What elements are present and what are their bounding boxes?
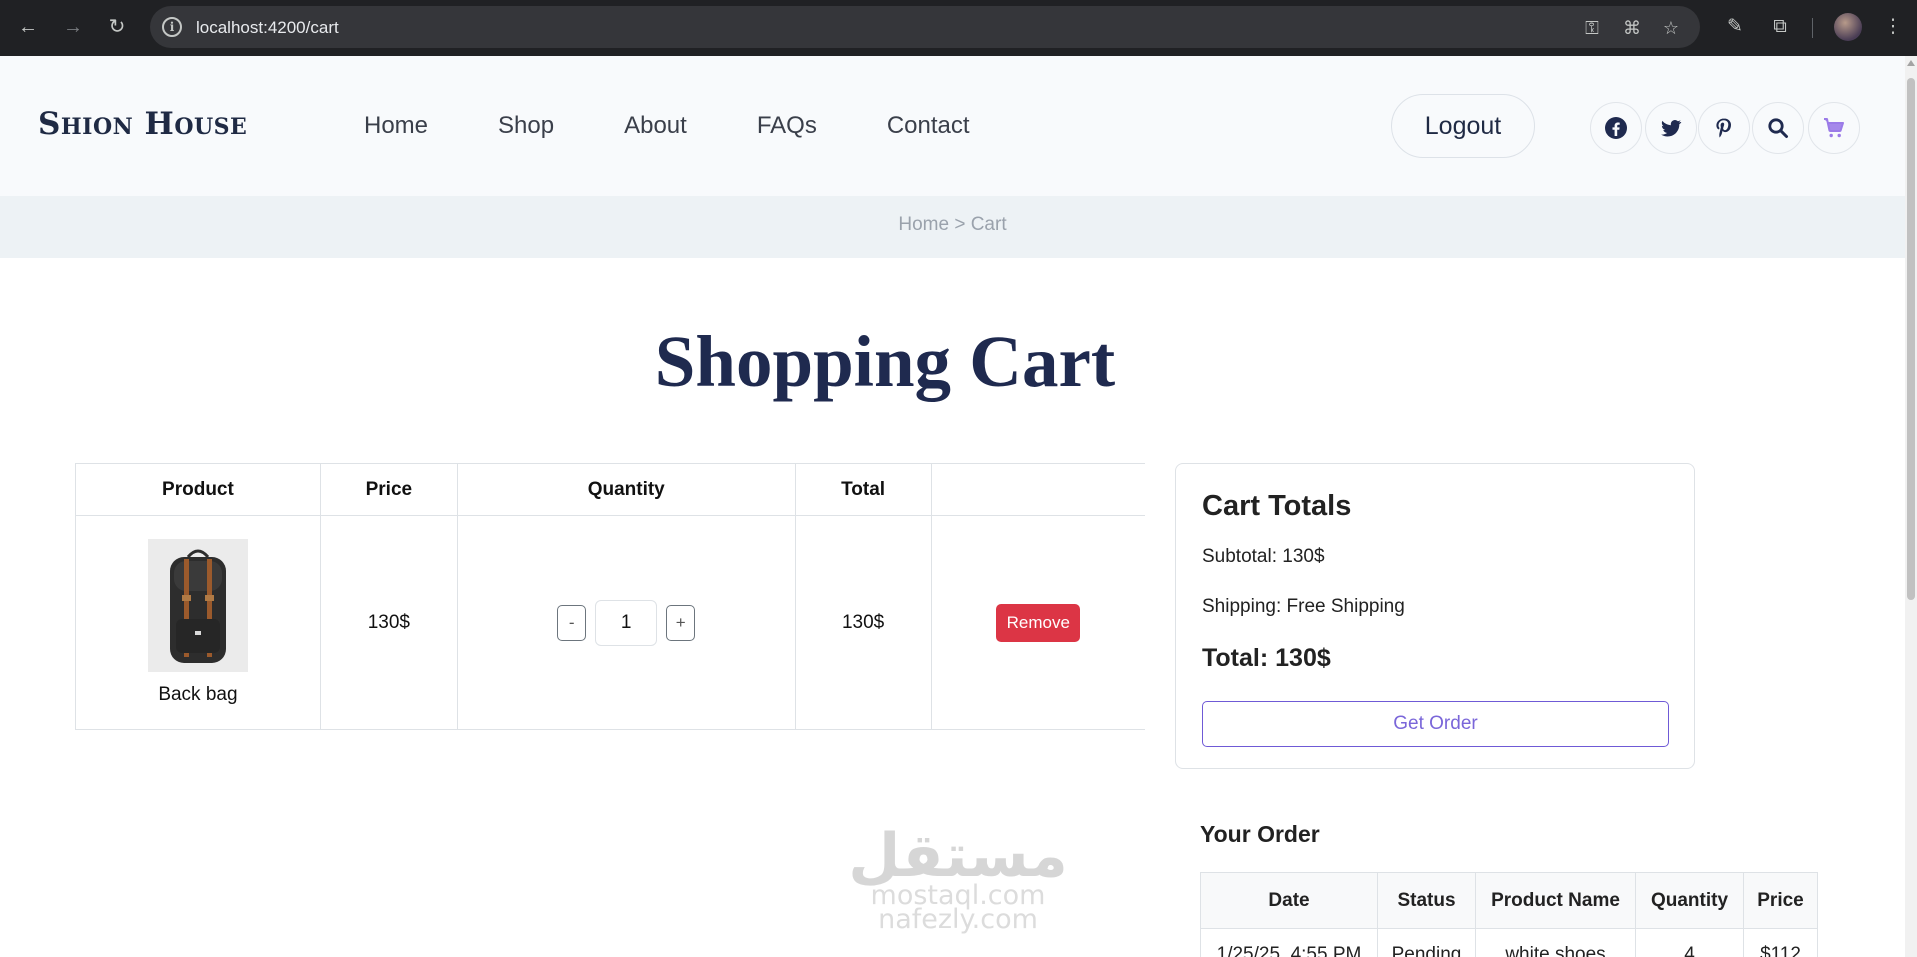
column-header-action: [930, 463, 1145, 516]
cart-table-header: Product Price Quantity Total: [75, 463, 1145, 516]
order-column-price: Price: [1743, 872, 1818, 929]
price-cell: 130$: [319, 515, 458, 730]
scrollbar-thumb[interactable]: [1907, 78, 1915, 600]
shipping-text: Shipping: Free Shipping: [1202, 596, 1405, 617]
order-status: Pending: [1377, 928, 1476, 957]
total-cell: 130$: [794, 515, 932, 730]
cart-icon[interactable]: [1808, 102, 1860, 154]
order-column-quantity: Quantity: [1635, 872, 1744, 929]
order-product-name: white shoes: [1475, 928, 1636, 957]
reload-icon[interactable]: ↻: [103, 13, 131, 41]
increase-quantity-button[interactable]: +: [666, 604, 696, 641]
breadcrumb-bar: Home > Cart: [0, 196, 1905, 258]
watermark-line-2: nafezly.com: [878, 904, 1038, 935]
translate-icon[interactable]: ⌘: [1620, 16, 1644, 40]
quantity-stepper: - 1 +: [557, 599, 696, 646]
url-text: localhost:4200/cart: [196, 18, 339, 37]
remove-button[interactable]: Remove: [996, 603, 1081, 642]
page-viewport: Shion House Home Shop About FAQs Contact…: [0, 56, 1905, 957]
forward-arrow-icon[interactable]: →: [59, 13, 87, 41]
search-icon[interactable]: [1752, 102, 1804, 154]
nav-faqs[interactable]: FAQs: [757, 112, 817, 140]
main-nav: Home Shop About FAQs Contact: [364, 112, 1040, 140]
cart-totals-card: Cart Totals Subtotal: 130$ Shipping: Fre…: [1175, 463, 1695, 769]
subtotal-text: Subtotal: 130$: [1202, 546, 1325, 567]
order-quantity: 4: [1635, 928, 1744, 957]
product-image-backpack[interactable]: [147, 539, 248, 672]
cart-row: Back bag 130$ - 1 + 130$ Remove: [75, 515, 1145, 730]
pinterest-icon[interactable]: [1698, 102, 1750, 154]
action-cell: Remove: [930, 515, 1145, 730]
eyedropper-icon[interactable]: ✎: [1722, 14, 1748, 40]
column-header-product: Product: [75, 463, 321, 516]
column-header-total: Total: [794, 463, 932, 516]
watermark: مستقل mostaql.com nafezly.com: [838, 821, 1078, 933]
order-column-status: Status: [1377, 872, 1476, 929]
toolbar-divider: [1812, 18, 1813, 38]
decrease-quantity-button[interactable]: -: [557, 604, 587, 641]
column-header-price: Price: [319, 463, 458, 516]
vertical-scrollbar[interactable]: [1905, 56, 1917, 957]
site-header: Shion House Home Shop About FAQs Contact…: [0, 56, 1905, 196]
nav-contact[interactable]: Contact: [887, 112, 970, 140]
key-icon[interactable]: ⚿: [1580, 16, 1604, 40]
order-row: 1/25/25, 4:55 PM Pending white shoes 4 $…: [1200, 928, 1818, 957]
twitter-icon[interactable]: [1645, 102, 1697, 154]
nav-shop[interactable]: Shop: [498, 112, 554, 140]
facebook-icon[interactable]: [1590, 102, 1642, 154]
column-header-quantity: Quantity: [456, 463, 796, 516]
site-info-icon[interactable]: i: [162, 17, 182, 37]
breadcrumb: Home > Cart: [898, 214, 1007, 235]
watermark-logo: مستقل: [848, 821, 1068, 891]
cart-totals-title: Cart Totals: [1202, 490, 1352, 522]
quantity-input[interactable]: 1: [595, 599, 658, 646]
order-price: $112: [1743, 928, 1818, 957]
order-column-date: Date: [1200, 872, 1378, 929]
nav-home[interactable]: Home: [364, 112, 428, 140]
page-title: Shopping Cart: [654, 321, 1116, 402]
extensions-icon[interactable]: ⧉: [1767, 14, 1793, 40]
nav-about[interactable]: About: [624, 112, 687, 140]
profile-avatar[interactable]: [1834, 13, 1862, 41]
quantity-cell: - 1 +: [456, 515, 796, 730]
cart-table: Product Price Quantity Total Back bag 13…: [75, 463, 1145, 730]
scroll-up-arrow-icon[interactable]: [1907, 60, 1915, 66]
grand-total-text: Total: 130$: [1202, 644, 1331, 672]
kebab-menu-icon[interactable]: ⋮: [1880, 14, 1906, 40]
product-cell: Back bag: [75, 515, 321, 730]
logout-button[interactable]: Logout: [1391, 94, 1535, 158]
your-order-title: Your Order: [1200, 821, 1320, 847]
order-column-product-name: Product Name: [1475, 872, 1636, 929]
address-bar[interactable]: i localhost:4200/cart ⚿ ⌘ ☆: [150, 6, 1700, 48]
site-logo[interactable]: Shion House: [38, 106, 247, 142]
order-date: 1/25/25, 4:55 PM: [1200, 928, 1378, 957]
product-name: Back bag: [158, 684, 238, 705]
order-table: Date Status Product Name Quantity Price …: [1200, 872, 1818, 957]
get-order-button[interactable]: Get Order: [1202, 701, 1669, 747]
order-table-header: Date Status Product Name Quantity Price: [1200, 872, 1818, 929]
browser-toolbar: ← → ↻ i localhost:4200/cart ⚿ ⌘ ☆ ✎ ⧉ ⋮: [0, 0, 1917, 56]
bookmark-star-icon[interactable]: ☆: [1659, 16, 1683, 40]
back-arrow-icon[interactable]: ←: [14, 13, 42, 41]
